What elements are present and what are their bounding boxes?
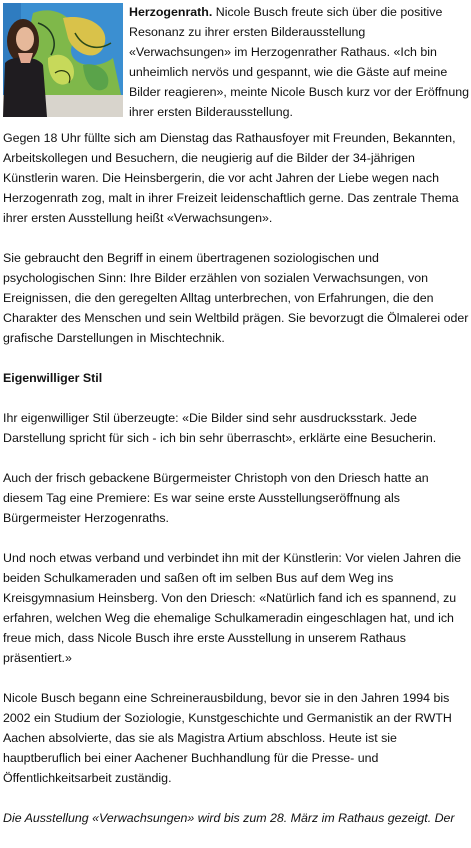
paragraph-2: Sie gebraucht den Begriff in einem übert…	[3, 251, 469, 345]
subheading: Eigenwilliger Stil	[3, 371, 103, 385]
dateline: Herzogenrath.	[129, 5, 213, 19]
lead-text: Nicole Busch freute sich über die positi…	[129, 5, 469, 119]
paragraph-6: Nicole Busch begann eine Schreinerausbil…	[3, 691, 452, 785]
closing-paragraph: Die Ausstellung «Verwachsungen» wird bis…	[3, 811, 455, 825]
painting-photo-illustration	[3, 3, 123, 117]
paragraph-3: Ihr eigenwilliger Stil überzeugte: «Die …	[3, 411, 437, 445]
paragraph-5: Und noch etwas verband und verbindet ihn…	[3, 551, 462, 665]
paragraph-1: Gegen 18 Uhr füllte sich am Dienstag das…	[3, 131, 459, 225]
article-photo	[3, 3, 123, 117]
paragraph-4: Auch der frisch gebackene Bürgermeister …	[3, 471, 429, 525]
article: Herzogenrath. Nicole Busch freute sich ü…	[3, 2, 469, 848]
article-lead: Herzogenrath. Nicole Busch freute sich ü…	[3, 2, 469, 122]
